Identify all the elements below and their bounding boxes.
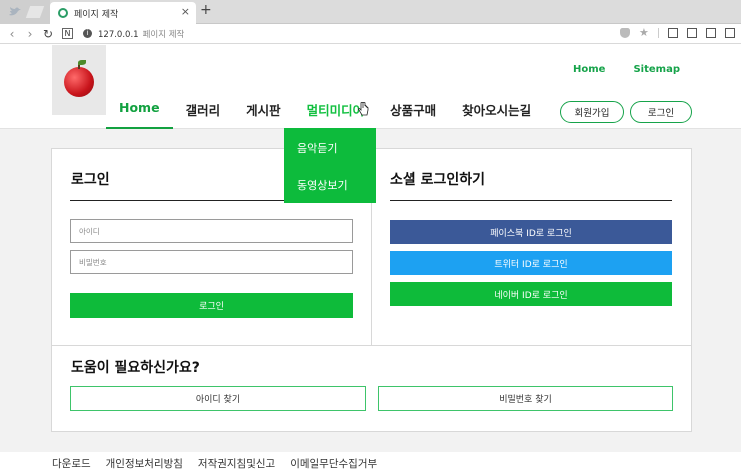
join-button[interactable]: 회원가입 <box>560 101 624 123</box>
multimedia-dropdown: 음악듣기 동영상보기 <box>284 128 376 203</box>
browser-tab-active[interactable]: 페이지 제작 × <box>50 2 196 24</box>
apple-leaf <box>78 60 86 65</box>
nav-board[interactable]: 게시판 <box>233 100 294 129</box>
browser-address-bar: ‹ › ↻ N i 127.0.0.1 페이지 제작 ★ <box>0 24 741 44</box>
reload-icon[interactable]: ↻ <box>42 27 54 41</box>
reader-icon[interactable] <box>706 28 716 38</box>
menu-icon[interactable] <box>725 28 735 38</box>
browser-toolbar-icons: ★ <box>620 27 735 38</box>
social-section-rule <box>390 200 672 201</box>
auth-buttons: 회원가입 로그인 <box>560 101 692 123</box>
camera-icon[interactable] <box>687 28 697 38</box>
dropdown-item-video[interactable]: 동영상보기 <box>297 177 348 193</box>
new-tab-button[interactable]: + <box>200 2 212 18</box>
browser-tab-bar: 페이지 제작 × + <box>0 0 741 24</box>
help-section-title: 도움이 필요하신가요? <box>71 360 200 376</box>
hand-cursor-icon <box>358 102 369 116</box>
url-text: 127.0.0.1 <box>98 29 139 40</box>
browser-tab-inactive[interactable] <box>0 0 50 24</box>
site-footer: 다운로드 개인정보처리방침 저작권지침및신고 이메일무단수집거부 <box>52 456 377 471</box>
nav-shop[interactable]: 상품구매 <box>377 100 449 129</box>
star-icon[interactable]: ★ <box>639 27 649 38</box>
twitter-login-button[interactable]: 트위터 ID로 로그인 <box>390 251 672 275</box>
header-login-button[interactable]: 로그인 <box>630 101 692 123</box>
password-input-placeholder: 비밀번호 <box>79 257 107 267</box>
find-id-button[interactable]: 아이디 찾기 <box>70 386 366 411</box>
apple-logo-icon <box>64 60 94 97</box>
download-icon[interactable] <box>668 28 678 38</box>
id-input[interactable]: 아이디 <box>70 219 353 243</box>
tab-close-icon[interactable]: × <box>181 5 190 18</box>
dropdown-item-music[interactable]: 음악듣기 <box>297 140 337 156</box>
url-field[interactable]: 127.0.0.1 페이지 제작 <box>98 28 184 40</box>
url-page-name: 페이지 제작 <box>142 29 185 40</box>
id-input-placeholder: 아이디 <box>79 226 100 236</box>
toolbar-divider <box>658 28 659 38</box>
footer-link-privacy[interactable]: 개인정보처리방침 <box>106 456 183 471</box>
facebook-login-button[interactable]: 페이스북 ID로 로그인 <box>390 220 672 244</box>
login-submit-button[interactable]: 로그인 <box>70 293 353 318</box>
info-icon[interactable]: i <box>83 29 92 38</box>
naver-login-button[interactable]: 네이버 ID로 로그인 <box>390 282 672 306</box>
top-link-home[interactable]: Home <box>573 64 605 75</box>
top-links: Home Sitemap <box>573 64 680 75</box>
nav-gallery[interactable]: 갤러리 <box>173 100 234 129</box>
nav-directions[interactable]: 찾아오시는길 <box>449 100 544 129</box>
forward-icon[interactable]: › <box>24 27 36 41</box>
social-section-title: 소셜 로그인하기 <box>390 172 486 188</box>
site-header: Home Sitemap Home 갤러리 게시판 멀티미디어 상품구매 찾아오… <box>0 44 741 129</box>
shield-icon[interactable] <box>620 28 630 38</box>
tab-title: 페이지 제작 <box>74 9 119 20</box>
footer-link-copyright[interactable]: 저작권지침및신고 <box>198 456 275 471</box>
site-logo[interactable] <box>52 45 106 115</box>
nav-home[interactable]: Home <box>106 100 173 129</box>
find-password-button[interactable]: 비밀번호 찾기 <box>378 386 673 411</box>
main-nav: Home 갤러리 게시판 멀티미디어 상품구매 찾아오시는길 <box>106 100 544 129</box>
n-badge-icon[interactable]: N <box>62 28 73 39</box>
top-link-sitemap[interactable]: Sitemap <box>633 64 680 75</box>
horizontal-divider <box>51 345 692 346</box>
login-section-title: 로그인 <box>71 172 110 188</box>
bird-icon <box>9 7 21 16</box>
footer-link-email-policy[interactable]: 이메일무단수집거부 <box>290 456 377 471</box>
footer-link-download[interactable]: 다운로드 <box>52 456 91 471</box>
tab-ghost-icon <box>25 6 45 18</box>
back-icon[interactable]: ‹ <box>6 27 18 41</box>
password-input[interactable]: 비밀번호 <box>70 250 353 274</box>
page-favicon-icon <box>58 8 68 18</box>
